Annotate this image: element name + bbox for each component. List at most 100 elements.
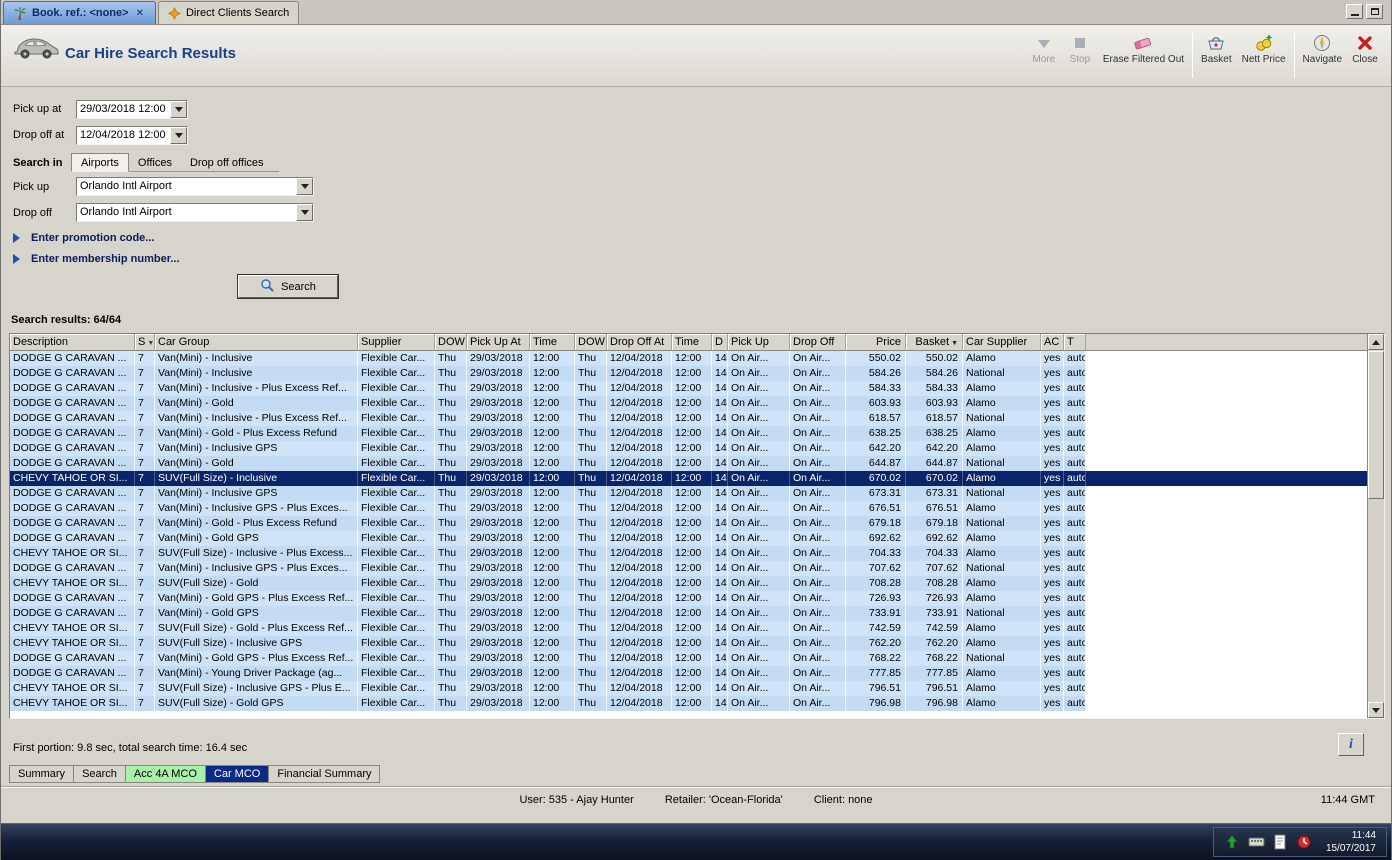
column-header[interactable]: Time [672,334,712,350]
close-button[interactable]: Close [1347,30,1383,67]
result-row[interactable]: DODGE G CARAVAN ... 7 Van(Mini) - Inclusiv… [10,366,1367,381]
stop-icon [1070,32,1090,53]
column-header[interactable]: AC [1041,334,1064,350]
basket-button[interactable]: Basket [1196,30,1237,67]
result-row[interactable]: DODGE G CARAVAN ... 7 Van(Mini) - Inclusiv… [10,411,1367,426]
result-row[interactable]: DODGE G CARAVAN ... 7 Van(Mini) - Gold - P… [10,426,1367,441]
column-header[interactable]: DOW [435,334,467,350]
scrollbar-thumb[interactable] [1368,351,1384,499]
column-header[interactable]: D [712,334,728,350]
column-header[interactable]: Drop Off [790,334,846,350]
cell: Alamo [963,426,1041,441]
column-header[interactable]: DOW [575,334,607,350]
column-header[interactable]: Price [846,334,906,350]
tray-document-icon[interactable] [1272,834,1289,851]
dropdown-arrow-icon[interactable] [170,127,187,144]
maximize-button[interactable] [1366,4,1383,19]
result-row[interactable]: CHEVY TAHOE OR SI... 7 SUV(Full Size) - In… [10,636,1367,651]
tab-booking-ref[interactable]: Book. ref.: <none> ✕ [3,1,156,24]
result-row[interactable]: DODGE G CARAVAN ... 7 Van(Mini) - Inclusiv… [10,501,1367,516]
column-header[interactable]: Car Group [155,334,358,350]
result-row[interactable]: CHEVY TAHOE OR SI... 7 SUV(Full Size) - In… [10,471,1367,486]
tray-keyboard-icon[interactable] [1248,834,1265,851]
filter-icon[interactable]: ▼ [147,340,154,347]
result-row[interactable]: DODGE G CARAVAN ... 7 Van(Mini) - Gold - P… [10,516,1367,531]
column-header[interactable]: S ▼ [135,334,155,350]
result-row[interactable]: DODGE G CARAVAN ... 7 Van(Mini) - Gold GPS… [10,651,1367,666]
column-header[interactable]: Description [10,334,135,350]
minimize-button[interactable] [1346,4,1363,19]
stop-button[interactable]: Stop [1062,30,1098,67]
result-row[interactable]: DODGE G CARAVAN ... 7 Van(Mini) - Inclusiv… [10,486,1367,501]
cell: Flexible Car... [358,561,435,576]
cell: DODGE G CARAVAN ... [10,411,135,426]
result-row[interactable]: CHEVY TAHOE OR SI... 7 SUV(Full Size) - Go… [10,621,1367,636]
nett-price-button[interactable]: Nett Price [1237,30,1291,67]
result-row[interactable]: DODGE G CARAVAN ... 7 Van(Mini) - Gold GPS… [10,606,1367,621]
clock-time: 11:44 [1351,830,1376,841]
cell: 12:00 [672,606,712,621]
cell: Alamo [963,471,1041,486]
pickup-combo[interactable]: Orlando Intl Airport [76,177,314,196]
tab-direct-clients-search[interactable]: Direct Clients Search [157,1,300,24]
result-row[interactable]: DODGE G CARAVAN ... 7 Van(Mini) - Gold GPS… [10,591,1367,606]
pickup-at-combo[interactable]: 29/03/2018 12:00 [76,100,188,119]
tray-app-icon[interactable] [1224,834,1241,851]
erase-filtered-out-button[interactable]: Erase Filtered Out [1098,30,1189,67]
cell: Thu [575,606,607,621]
tab-acc-4a-mco[interactable]: Acc 4A MCO [124,765,205,783]
tab-dropoff-offices[interactable]: Drop off offices [181,154,273,171]
promotion-code-toggle[interactable]: Enter promotion code... [13,232,154,244]
column-header[interactable]: Drop Off At [607,334,672,350]
vertical-scrollbar[interactable] [1367,334,1384,718]
info-button[interactable]: i [1338,733,1364,756]
tab-car-mco[interactable]: Car MCO [204,765,269,783]
tab-summary[interactable]: Summary [9,765,74,783]
tab-offices[interactable]: Offices [129,154,181,171]
column-header[interactable]: T [1064,334,1086,350]
more-button[interactable]: More [1026,30,1062,67]
column-header[interactable]: Basket ▼ [906,334,963,350]
result-row[interactable]: CHEVY TAHOE OR SI... 7 SUV(Full Size) - In… [10,546,1367,561]
cell: Thu [435,636,467,651]
scroll-down-button[interactable] [1368,702,1384,718]
navigate-button[interactable]: Navigate [1298,30,1347,67]
search-button[interactable]: Search [237,274,339,299]
column-header[interactable]: Time [530,334,575,350]
dropoff-at-combo[interactable]: 12/04/2018 12:00 [76,126,188,145]
tab-financial-summary[interactable]: Financial Summary [268,765,381,783]
column-header[interactable]: Pick Up At [467,334,530,350]
result-row[interactable]: DODGE G CARAVAN ... 7 Van(Mini) - Inclusiv… [10,351,1367,366]
dropdown-arrow-icon[interactable] [296,178,313,195]
taskbar-clock[interactable]: 11:44 15/07/2017 [1320,829,1376,855]
column-header[interactable]: Car Supplier [963,334,1041,350]
cell: 14 [712,516,728,531]
cell: On Air... [728,516,790,531]
cell: Thu [435,681,467,696]
membership-number-toggle[interactable]: Enter membership number... [13,253,180,265]
result-row[interactable]: DODGE G CARAVAN ... 7 Van(Mini) - Gold GPS… [10,531,1367,546]
result-row[interactable]: DODGE G CARAVAN ... 7 Van(Mini) - Inclusiv… [10,441,1367,456]
cell: 12:00 [530,681,575,696]
dropoff-combo[interactable]: Orlando Intl Airport [76,203,314,222]
cell: 12:00 [530,591,575,606]
cell: 29/03/2018 [467,621,530,636]
dropdown-arrow-icon[interactable] [296,204,313,221]
tab-search[interactable]: Search [73,765,125,783]
result-row[interactable]: CHEVY TAHOE OR SI... 7 SUV(Full Size) - Go… [10,696,1367,711]
taskbar[interactable]: 11:44 15/07/2017 [1,823,1391,860]
column-header[interactable]: Supplier [358,334,435,350]
result-row[interactable]: DODGE G CARAVAN ... 7 Van(Mini) - Gold Flex… [10,396,1367,411]
column-header[interactable]: Pick Up [728,334,790,350]
result-row[interactable]: DODGE G CARAVAN ... 7 Van(Mini) - Gold Flex… [10,456,1367,471]
tab-close-icon[interactable]: ✕ [134,8,146,19]
result-row[interactable]: DODGE G CARAVAN ... 7 Van(Mini) - Inclusiv… [10,561,1367,576]
dropdown-arrow-icon[interactable] [170,101,187,118]
result-row[interactable]: DODGE G CARAVAN ... 7 Van(Mini) - Inclusiv… [10,381,1367,396]
tray-alarm-icon[interactable] [1296,834,1313,851]
result-row[interactable]: DODGE G CARAVAN ... 7 Van(Mini) - Young Dr… [10,666,1367,681]
result-row[interactable]: CHEVY TAHOE OR SI... 7 SUV(Full Size) - In… [10,681,1367,696]
result-row[interactable]: CHEVY TAHOE OR SI... 7 SUV(Full Size) - Go… [10,576,1367,591]
tab-airports[interactable]: Airports [71,153,129,172]
scroll-up-button[interactable] [1368,334,1384,350]
